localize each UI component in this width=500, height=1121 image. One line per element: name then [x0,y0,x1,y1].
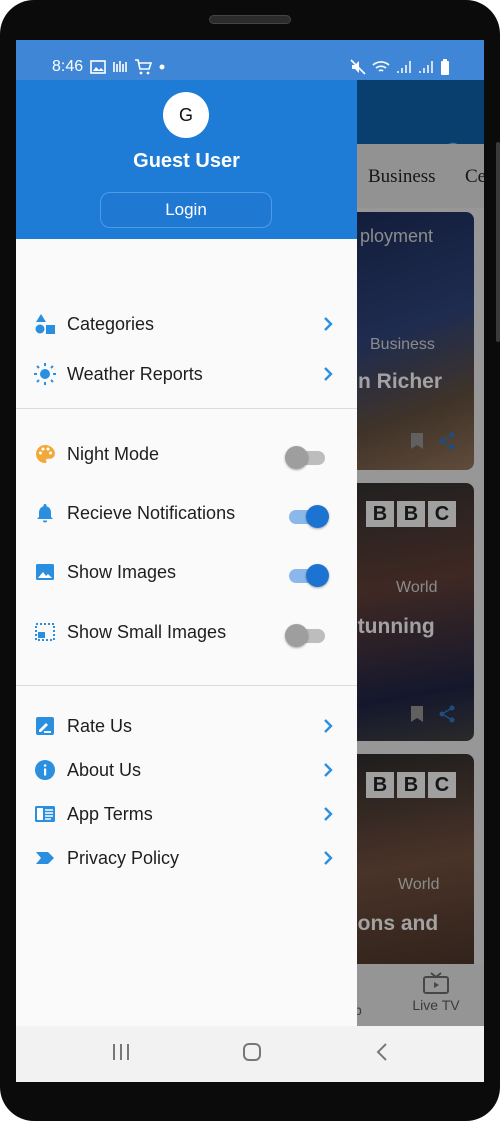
gallery-icon [90,60,106,74]
menu-item-weather-reports[interactable]: Weather Reports [16,352,357,396]
menu-item-label: Night Mode [67,444,160,464]
menu-item-label: Recieve Notifications [67,503,236,523]
username: Guest User [133,150,240,172]
palette-icon [36,445,55,463]
menu-item-label: Privacy Policy [67,848,180,868]
menu-item-label: Weather Reports [67,364,203,384]
status-time: 8:46 [52,58,84,75]
divider [16,685,357,686]
terms-icon [35,806,55,822]
menu-item-show-images[interactable]: Show Images [16,550,357,594]
chevron-right-icon [324,763,333,777]
back-icon[interactable] [376,1042,388,1062]
menu-item-label: Categories [67,314,155,334]
menu-item-label: Rate Us [67,716,133,736]
recent-apps-icon[interactable] [112,1042,130,1062]
avatar[interactable]: G [163,92,209,138]
login-button[interactable]: Login [100,192,272,228]
chevron-right-icon [324,719,333,733]
wifi-calling-icon [113,61,127,72]
show-images-toggle[interactable] [285,563,329,587]
menu-item-about-us[interactable]: About Us [16,748,357,792]
rate-icon [36,717,54,735]
menu-item-privacy-policy[interactable]: Privacy Policy [16,836,357,880]
menu-item-show-small-images[interactable]: Show Small Images [16,610,357,654]
menu-item-label: About Us [67,760,142,780]
chevron-right-icon [324,851,333,865]
navigation-drawer: G Guest User Login Categories Weather Re… [16,80,357,1026]
info-icon [35,760,55,780]
home-icon[interactable] [242,1042,262,1062]
drawer-header: G Guest User Login [16,80,357,239]
divider [16,408,357,409]
image-icon [36,564,54,580]
wifi-icon [372,61,390,72]
sun-icon [34,363,56,385]
chevron-right-icon [324,367,333,381]
phone-frame: Business Ce ployment Business n Richer B… [0,0,500,1121]
chevron-right-icon [324,807,333,821]
dot-icon [159,64,165,70]
dotted-image-icon [35,623,55,641]
menu-item-notifications[interactable]: Recieve Notifications [16,491,357,535]
mute-icon [350,59,366,75]
signal-icon [419,61,433,73]
shapes-icon [35,314,55,334]
menu-item-label: App Terms [67,804,153,824]
night-mode-toggle[interactable] [285,445,329,469]
system-navigation-bar [16,1026,484,1082]
menu-item-label: Show Small Images [67,622,227,642]
chevron-right-icon [324,317,333,331]
show-small-images-toggle[interactable] [285,623,329,647]
menu-item-label: Show Images [67,562,177,582]
menu-item-night-mode[interactable]: Night Mode [16,432,357,476]
battery-icon [441,59,449,75]
speaker-grille [209,15,291,24]
menu-item-rate-us[interactable]: Rate Us [16,704,357,748]
signal-icon [397,61,411,73]
notifications-toggle[interactable] [285,504,329,528]
cart-icon [135,59,152,75]
status-bar: 8:46 [16,40,484,80]
menu-item-app-terms[interactable]: App Terms [16,792,357,836]
menu-item-categories[interactable]: Categories [16,302,357,346]
side-button [496,142,500,342]
bell-icon [37,504,53,523]
label-icon [36,852,54,864]
screen: Business Ce ployment Business n Richer B… [16,40,484,1082]
